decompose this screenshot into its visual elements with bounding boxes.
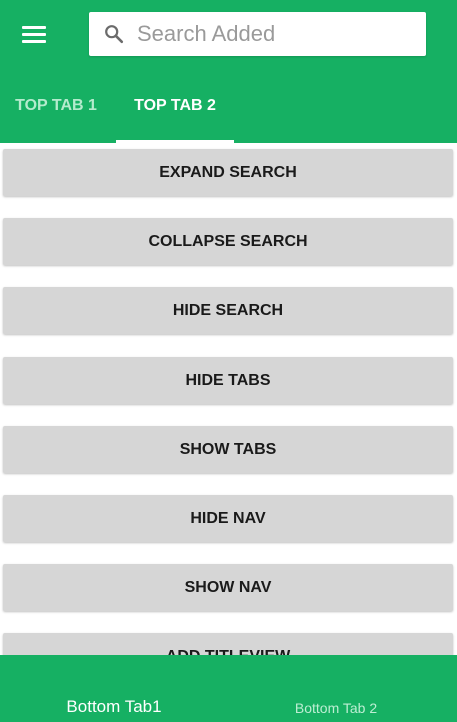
tab-top-tab-1[interactable]: TOP TAB 1 bbox=[0, 80, 112, 143]
show-nav-button[interactable]: SHOW NAV bbox=[3, 564, 453, 611]
top-tab-bar: TOP TAB 1 TOP TAB 2 bbox=[0, 80, 457, 143]
bottom-tab-1[interactable]: Bottom Tab1 bbox=[0, 655, 228, 722]
show-tabs-button[interactable]: SHOW TABS bbox=[3, 426, 453, 473]
hide-nav-button[interactable]: HIDE NAV bbox=[3, 495, 453, 542]
hide-search-button[interactable]: HIDE SEARCH bbox=[3, 287, 453, 334]
search-input[interactable] bbox=[137, 12, 417, 56]
collapse-search-button[interactable]: COLLAPSE SEARCH bbox=[3, 218, 453, 265]
top-app-bar: TOP TAB 1 TOP TAB 2 bbox=[0, 0, 457, 143]
expand-search-button[interactable]: EXPAND SEARCH bbox=[3, 149, 453, 196]
add-titleview-button[interactable]: ADD TITLEVIEW bbox=[3, 633, 453, 655]
hide-tabs-button[interactable]: HIDE TABS bbox=[3, 357, 453, 404]
search-bar[interactable] bbox=[89, 12, 426, 56]
app-root: TOP TAB 1 TOP TAB 2 EXPAND SEARCH COLLAP… bbox=[0, 0, 457, 722]
button-list[interactable]: EXPAND SEARCH COLLAPSE SEARCH HIDE SEARC… bbox=[0, 143, 457, 655]
hamburger-menu-icon[interactable] bbox=[22, 25, 46, 45]
bottom-tab-2[interactable]: Bottom Tab 2 bbox=[228, 655, 444, 722]
search-icon bbox=[105, 25, 124, 44]
bottom-navigation: Bottom Tab1 Bottom Tab 2 bbox=[0, 655, 457, 722]
tab-top-tab-2[interactable]: TOP TAB 2 bbox=[116, 80, 234, 143]
